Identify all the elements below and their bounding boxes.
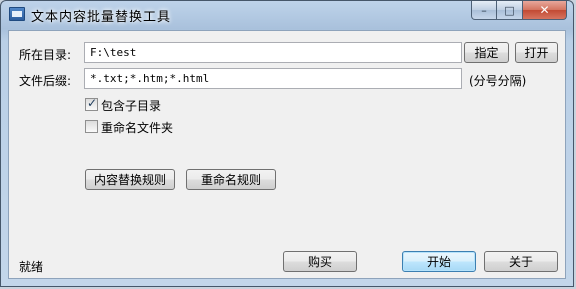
rename-folders-label[interactable]: 重命名文件夹 [101,119,173,136]
include-subdirs-label[interactable]: 包含子目录 [101,97,161,114]
directory-label: 所在目录: [19,48,72,62]
minimize-button[interactable]: – [471,1,497,20]
status-text: 就绪 [19,260,44,274]
browse-button[interactable]: 指定 [464,42,509,63]
content-rules-button[interactable]: 内容替换规则 [85,169,175,190]
maximize-button[interactable]: □ [497,1,523,20]
title-bar[interactable]: 文本内容批量替换工具 – □ ✕ [1,1,573,29]
close-button[interactable]: ✕ [523,1,567,20]
include-subdirs-checkbox[interactable]: ✓ [85,96,98,111]
extension-label: 文件后缀: [19,74,72,88]
client-area: 所在目录: F:\test 指定 打开 文件后缀: *.txt;*.htm;*.… [8,30,566,279]
buy-button[interactable]: 购买 [283,251,357,272]
main-window: 文本内容批量替换工具 – □ ✕ 所在目录: F:\test 指定 打开 文件后… [0,0,574,287]
extension-input[interactable]: *.txt;*.htm;*.html [84,68,462,89]
minimize-icon: – [481,3,487,17]
window-title: 文本内容批量替换工具 [31,10,172,25]
close-icon: ✕ [539,3,550,17]
maximize-icon: □ [504,3,515,17]
open-button[interactable]: 打开 [515,42,558,63]
extension-hint: (分号分隔) [469,74,527,88]
app-icon [9,7,25,21]
start-button[interactable]: 开始 [402,251,476,272]
rename-rules-button[interactable]: 重命名规则 [186,169,276,190]
directory-input[interactable]: F:\test [84,42,462,63]
about-button[interactable]: 关于 [484,251,558,272]
rename-folders-checkbox[interactable] [85,120,98,133]
check-icon: ✓ [87,96,98,110]
window-controls: – □ ✕ [471,1,567,21]
